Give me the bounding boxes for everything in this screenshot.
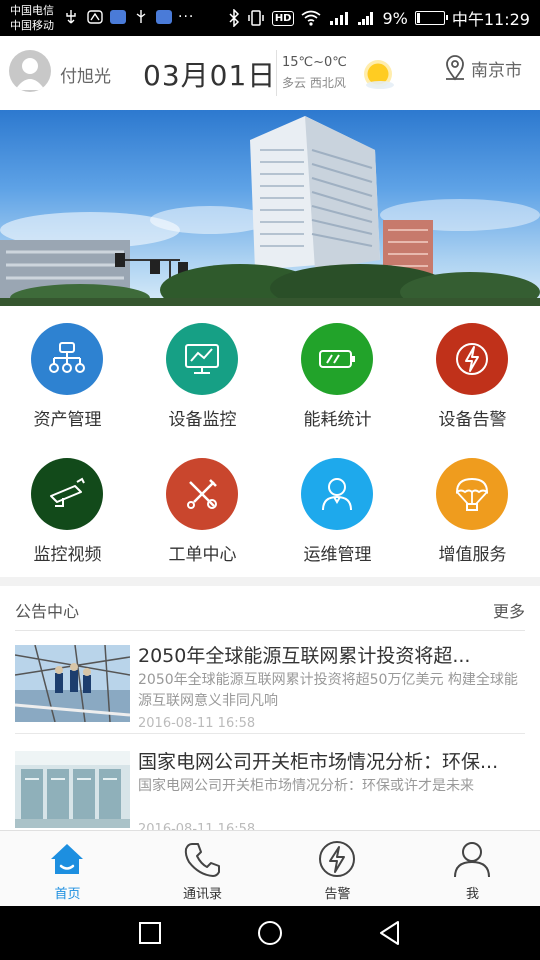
battery-icon [414, 11, 448, 25]
bottom-tab-bar: 首页 通讯录 告警 我 [0, 830, 540, 906]
grid-item-video-surveillance[interactable]: 监控视频 [0, 441, 135, 576]
clock: 中午11:29 [451, 10, 530, 29]
divider [15, 733, 525, 734]
user-name[interactable]: 付旭光 [60, 62, 111, 87]
status-bar: 中国电信 中国移动 ··· HD 9% 中午11:29 [0, 0, 540, 36]
tab-home[interactable]: 首页 [0, 831, 135, 907]
function-grid: 资产管理 设备监控 能耗统计 设备告警 监控视频 工单中心 运维管理 增值服务 [0, 306, 540, 577]
grid-item-work-order-center[interactable]: 工单中心 [135, 441, 270, 576]
carrier-info: 中国电信 中国移动 [10, 3, 54, 33]
recent-apps-icon[interactable] [134, 917, 166, 949]
app-notification-icon [87, 10, 103, 24]
grid-label: 能耗统计 [303, 410, 372, 430]
lightning-alarm-icon [436, 323, 508, 395]
grid-label: 监控视频 [33, 545, 102, 565]
news-item[interactable]: 国家电网公司开关柜市场情况分析：环保... 国家电网公司开关柜市场情况分析：环保… [0, 751, 540, 830]
camera-icon [31, 458, 103, 530]
lightning-icon [319, 841, 355, 877]
news-time: 2016-08-11 16:58 [138, 716, 256, 731]
user-icon [454, 842, 490, 878]
home-button-icon[interactable] [254, 917, 286, 949]
tab-label: 告警 [324, 887, 351, 902]
carrier-1: 中国电信 [10, 4, 54, 17]
divider [15, 630, 525, 631]
grid-label: 运维管理 [303, 545, 372, 565]
back-icon[interactable] [374, 917, 406, 949]
news-summary: 2050年全球能源互联网累计投资将超50万亿美元 构建全球能源互联网意义非同凡响 [138, 672, 518, 709]
city-selector[interactable]: 南京市 [471, 56, 522, 81]
system-navigation-bar [0, 906, 540, 960]
vibrate-icon [248, 10, 264, 26]
usb-debug-icon [136, 10, 146, 23]
hospital-building-illustration [0, 116, 540, 306]
header-divider [276, 50, 277, 96]
grid-item-device-monitoring[interactable]: 设备监控 [135, 306, 270, 441]
battery-percent: 9% [382, 8, 408, 28]
tab-alarm[interactable]: 告警 [270, 831, 405, 907]
news-time: 2016-08-11 16:58 [138, 822, 256, 830]
grid-item-asset-management[interactable]: 资产管理 [0, 306, 135, 441]
grid-label: 设备监控 [168, 410, 237, 430]
grid-label: 增值服务 [438, 545, 507, 565]
news-thumbnail [15, 645, 130, 722]
more-notifications-icon: ··· [178, 9, 195, 25]
status-right: HD 9% 中午11:29 [228, 0, 530, 36]
home-icon [51, 844, 83, 874]
tools-icon [166, 458, 238, 530]
current-date: 03月01日 [143, 59, 277, 92]
tab-label: 首页 [54, 887, 81, 902]
phone-icon [184, 843, 220, 877]
tab-me[interactable]: 我 [405, 831, 540, 907]
news-item[interactable]: 2050年全球能源互联网累计投资将超... 2050年全球能源互联网累计投资将超… [0, 645, 540, 743]
news-title: 国家电网公司开关柜市场情况分析：环保... [138, 751, 499, 773]
grid-label: 工单中心 [168, 545, 237, 565]
tab-label: 我 [465, 887, 479, 902]
bluetooth-icon [229, 9, 239, 27]
person-icon [301, 458, 373, 530]
grid-label: 资产管理 [33, 410, 102, 430]
signal-icon [358, 12, 374, 25]
notification-icons: ··· [62, 9, 194, 25]
tab-contacts[interactable]: 通讯录 [135, 831, 270, 907]
battery-icon [301, 323, 373, 395]
parachute-icon [436, 458, 508, 530]
signal-4g-icon [330, 12, 349, 25]
news-summary: 国家电网公司开关柜市场情况分析：环保或许才是未来 [138, 778, 474, 794]
hd-icon: HD [271, 10, 295, 26]
grid-item-energy-statistics[interactable]: 能耗统计 [270, 306, 405, 441]
sunny-weather-icon [364, 60, 394, 89]
message-icon [110, 10, 126, 24]
location-pin-icon[interactable] [444, 55, 466, 81]
default-avatar-icon [15, 58, 45, 90]
notice-more-link[interactable]: 更多 [493, 598, 525, 622]
banner-image[interactable] [0, 110, 540, 306]
tab-label: 通讯录 [182, 887, 222, 902]
notice-center: 公告中心 更多 2050年全球能源互联网累计投资将超... 2050年全球能源互… [0, 586, 540, 830]
header: 付旭光 03月01日 15℃~0℃ 多云 西北风 南京市 [0, 36, 540, 110]
usb-icon [66, 10, 76, 24]
grid-label: 设备告警 [438, 410, 507, 430]
grid-item-device-alarm[interactable]: 设备告警 [405, 306, 540, 441]
news-title: 2050年全球能源互联网累计投资将超... [138, 645, 471, 667]
app-icon [156, 10, 172, 24]
notice-center-title: 公告中心 [15, 602, 80, 621]
monitor-chart-icon [166, 323, 238, 395]
avatar[interactable] [9, 50, 51, 92]
grid-item-operations-management[interactable]: 运维管理 [270, 441, 405, 576]
wifi-icon [301, 10, 321, 26]
grid-item-value-added-services[interactable]: 增值服务 [405, 441, 540, 576]
asset-tree-icon [31, 323, 103, 395]
weather-description: 多云 西北风 [282, 76, 346, 90]
temperature: 15℃~0℃ [282, 55, 347, 70]
carrier-2: 中国移动 [10, 19, 54, 32]
news-thumbnail [15, 751, 130, 828]
